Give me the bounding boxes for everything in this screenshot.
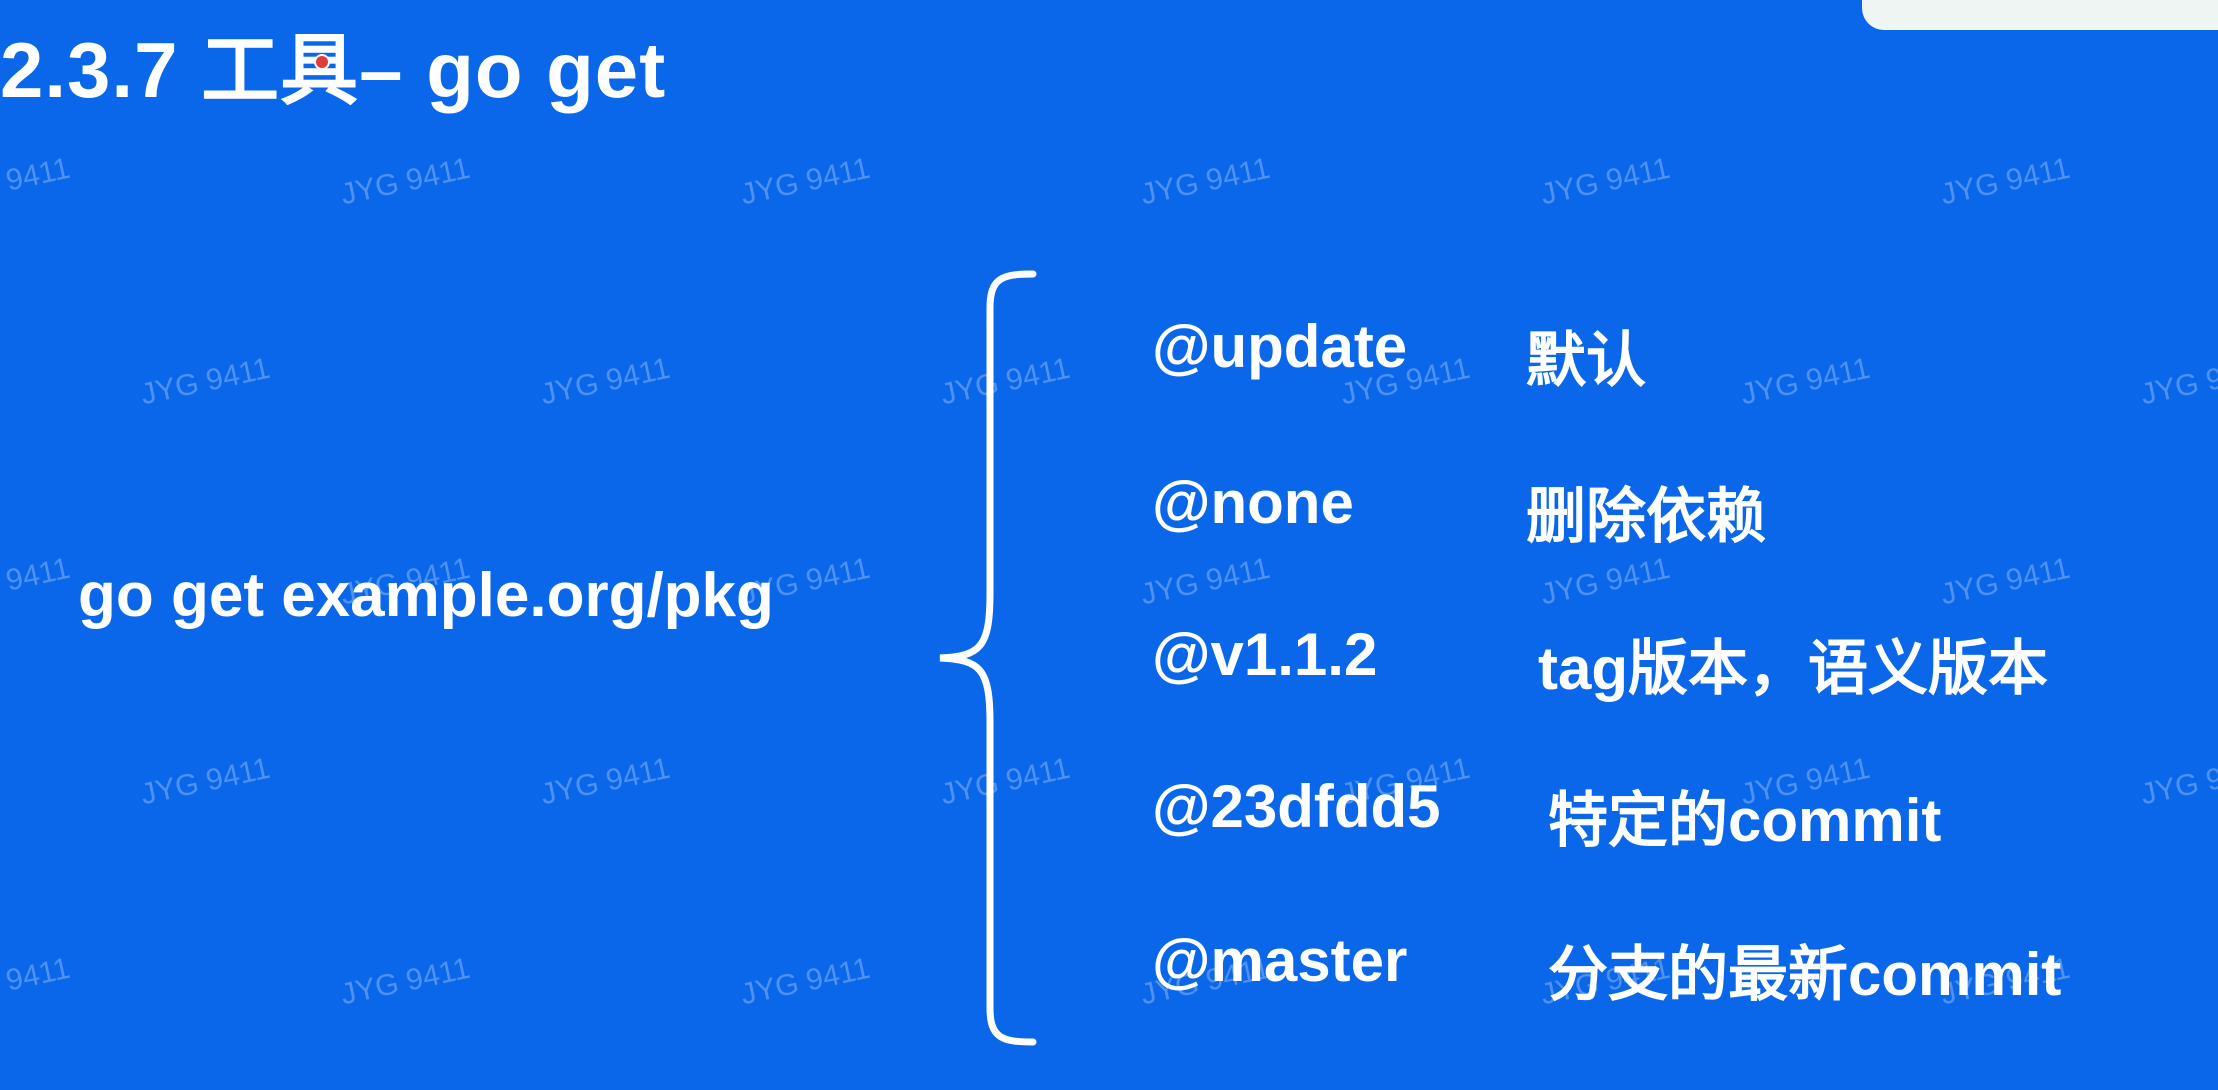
watermark-text: JYG 9411 [1537, 151, 1674, 212]
slide-title: 2.3.7 工具– go get [0, 26, 667, 114]
watermark-text: JYG 9411 [737, 951, 874, 1012]
option-desc-version: tag版本，语义版本 [1538, 635, 2048, 702]
watermark-text: JYG 9411 [0, 151, 74, 212]
watermark-text: JYG 9411 [1737, 351, 1874, 412]
watermark-text: JYG 9411 [2137, 351, 2218, 412]
option-desc-master: 分支的最新commit [1548, 941, 2062, 1008]
watermark-text: JYG 9411 [537, 751, 674, 812]
option-desc-update: 默认 [1526, 327, 1646, 394]
option-desc-none: 删除依赖 [1526, 483, 1766, 550]
option-key-none: @none [1152, 469, 1354, 536]
watermark-text: JYG 9411 [1137, 151, 1274, 212]
watermark-text: JYG 9411 [1537, 551, 1674, 612]
option-key-commit: @23dfdd5 [1152, 773, 1441, 840]
watermark-text: JYG 9411 [1937, 151, 2074, 212]
option-key-version: @v1.1.2 [1152, 621, 1378, 688]
option-key-update: @update [1152, 313, 1408, 380]
corner-panel [1862, 0, 2218, 30]
watermark-text: JYG 9411 [337, 951, 474, 1012]
watermark-text: JYG 9411 [0, 951, 74, 1012]
pointer-dot [314, 54, 330, 70]
command-text: go get example.org/pkg [78, 561, 774, 630]
slide: JYG 9411 JYG 9411 JYG 9411 JYG 9411 JYG 9411… [0, 0, 2218, 1090]
watermark-text: JYG 9411 [1937, 551, 2074, 612]
watermark-text: JYG 9411 [337, 151, 474, 212]
watermark-text: JYG 9411 [137, 751, 274, 812]
curly-brace-icon [939, 270, 1037, 1046]
option-desc-commit: 特定的commit [1548, 787, 1942, 854]
option-key-master: @master [1152, 927, 1408, 994]
watermark-text: JYG 9411 [0, 551, 74, 612]
watermark-text: JYG 9411 [137, 351, 274, 412]
watermark-text: JYG 9411 [537, 351, 674, 412]
watermark-text: JYG 9411 [2137, 751, 2218, 812]
watermark-text: JYG 9411 [1137, 551, 1274, 612]
watermark-text: JYG 9411 [737, 151, 874, 212]
